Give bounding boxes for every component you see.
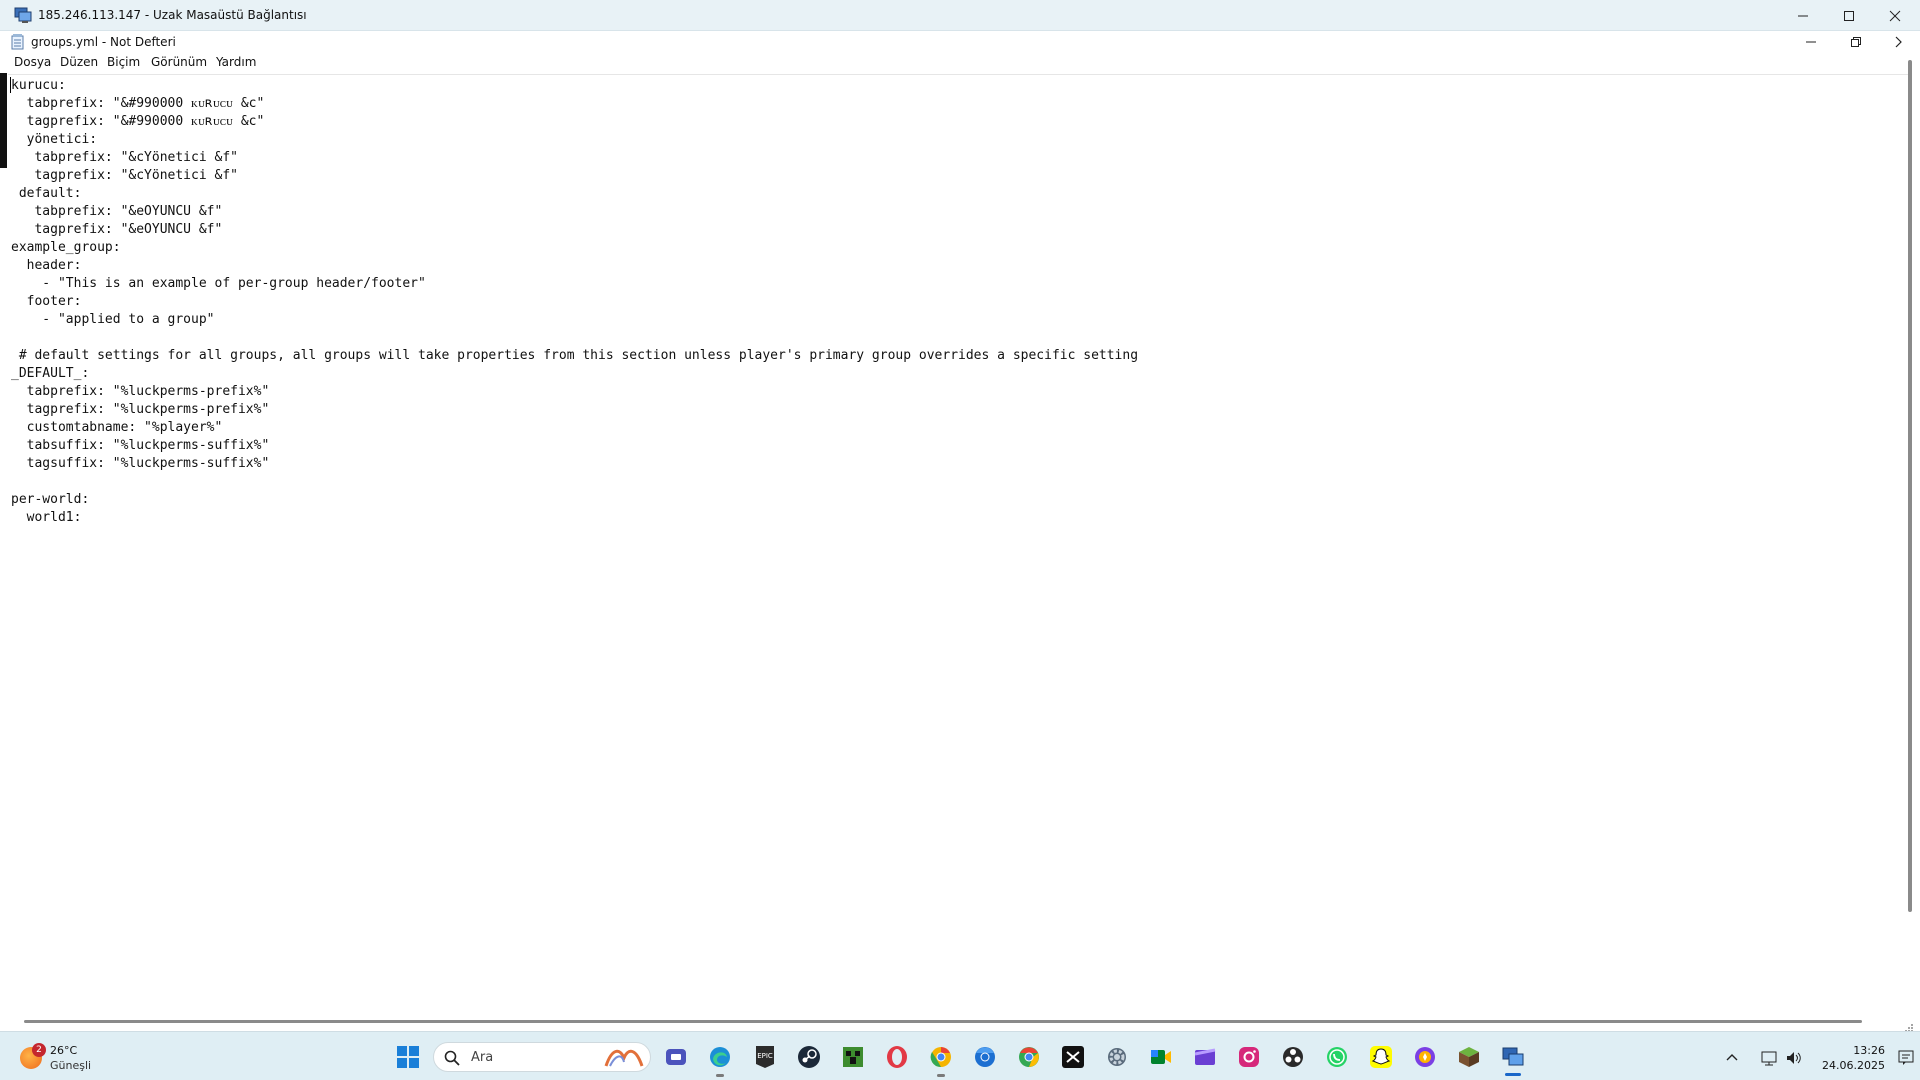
- active-app-indicator: [1505, 1073, 1521, 1076]
- rdp-window-title: 185.246.113.147 - Uzak Masaüstü Bağlantı…: [38, 8, 307, 22]
- teams-meet-icon[interactable]: [662, 1043, 690, 1071]
- notepad-window-title: groups.yml - Not Defteri: [31, 35, 176, 49]
- brave-nightly-icon[interactable]: [1411, 1043, 1439, 1071]
- menu-help[interactable]: Yardım: [214, 55, 258, 69]
- notepad-minimize-button[interactable]: [1791, 31, 1831, 53]
- weather-condition: Güneşli: [50, 1059, 92, 1072]
- search-icon: [444, 1050, 460, 1066]
- rdp-maximize-button[interactable]: [1826, 0, 1872, 31]
- minimize-icon: [1806, 41, 1816, 43]
- settings-icon[interactable]: [1103, 1043, 1131, 1071]
- chrome-canary-icon[interactable]: [927, 1043, 955, 1071]
- close-icon: [1889, 10, 1901, 21]
- chrome-icon[interactable]: [1015, 1043, 1043, 1071]
- notepad-more-button[interactable]: [1878, 31, 1918, 53]
- notification-center-icon[interactable]: [1898, 1050, 1914, 1066]
- maximize-icon: [1844, 10, 1854, 21]
- menu-edit[interactable]: Düzen: [58, 55, 100, 69]
- windows-logo-icon: [397, 1046, 419, 1068]
- epic-games-icon[interactable]: EPIC: [751, 1043, 779, 1071]
- remote-desktop-icon: [14, 7, 32, 23]
- minecraft-icon[interactable]: [839, 1043, 867, 1071]
- notepad-restore-button[interactable]: [1836, 31, 1876, 53]
- minecraft-launcher-icon[interactable]: [1455, 1043, 1483, 1071]
- restore-icon: [1851, 37, 1861, 47]
- clock-date[interactable]: 24.06.2025: [1815, 1059, 1885, 1072]
- horizontal-scrollbar[interactable]: [24, 1020, 1862, 1023]
- minimize-icon: [1798, 15, 1808, 16]
- text-editor[interactable]: kurucu: tabprefix: "&#990000 ᴋᴜʀᴜᴄᴜ &c" …: [8, 74, 1908, 1019]
- weather-temperature: 26°C: [50, 1044, 78, 1057]
- snapchat-icon[interactable]: [1367, 1043, 1395, 1071]
- editor-content[interactable]: kurucu: tabprefix: "&#990000 ᴋᴜʀᴜᴄᴜ &c" …: [11, 77, 1138, 527]
- resize-grip-icon[interactable]: [1904, 1018, 1914, 1032]
- running-indicator: [937, 1074, 945, 1077]
- remote-desktop-icon[interactable]: [1499, 1043, 1527, 1071]
- clock-time[interactable]: 13:26: [1815, 1044, 1885, 1057]
- system-tray: 13:26 24.06.2025: [1725, 1043, 1920, 1075]
- rdp-title-bar: 185.246.113.147 - Uzak Masaüstü Bağlantı…: [0, 0, 1920, 31]
- steam-icon[interactable]: [795, 1043, 823, 1071]
- chrome-dev-icon[interactable]: [971, 1043, 999, 1071]
- menu-format[interactable]: Biçim: [105, 55, 142, 69]
- whatsapp-icon[interactable]: [1323, 1043, 1351, 1071]
- opera-icon[interactable]: [883, 1043, 911, 1071]
- volume-icon[interactable]: [1785, 1050, 1803, 1066]
- taskbar-search[interactable]: Ara: [433, 1042, 651, 1072]
- menu-bar: Dosya Düzen Biçim Görünüm Yardım: [0, 53, 1920, 73]
- chevron-right-icon: [1895, 36, 1902, 48]
- rdp-close-button[interactable]: [1872, 0, 1918, 31]
- capcut-icon[interactable]: [1059, 1043, 1087, 1071]
- menu-view[interactable]: Görünüm: [149, 55, 209, 69]
- start-button[interactable]: [394, 1043, 422, 1071]
- vertical-scrollbar[interactable]: [1908, 60, 1912, 912]
- google-meet-icon[interactable]: [1147, 1043, 1175, 1071]
- weather-widget[interactable]: 2 26°C Güneşli: [18, 1042, 128, 1074]
- edge-icon[interactable]: [706, 1043, 734, 1071]
- menu-file[interactable]: Dosya: [12, 55, 53, 69]
- taskbar: 2 26°C Güneşli: [0, 1031, 1920, 1080]
- text-caret: [10, 77, 11, 93]
- search-placeholder: Ara: [471, 1050, 494, 1065]
- notepad-icon: [11, 34, 26, 50]
- search-highlight-icon: [604, 1049, 644, 1067]
- clipchamp-icon[interactable]: [1191, 1043, 1219, 1071]
- chevron-up-icon[interactable]: [1725, 1052, 1739, 1062]
- network-icon[interactable]: [1761, 1050, 1779, 1066]
- running-indicator: [716, 1074, 724, 1077]
- instagram-icon[interactable]: [1235, 1043, 1263, 1071]
- obs-icon[interactable]: [1279, 1043, 1307, 1071]
- notepad-title-bar: groups.yml - Not Defteri: [0, 31, 1920, 53]
- notification-badge: 2: [32, 1043, 46, 1057]
- svg-text:EPIC: EPIC: [757, 1052, 773, 1060]
- rdp-minimize-button[interactable]: [1780, 0, 1826, 31]
